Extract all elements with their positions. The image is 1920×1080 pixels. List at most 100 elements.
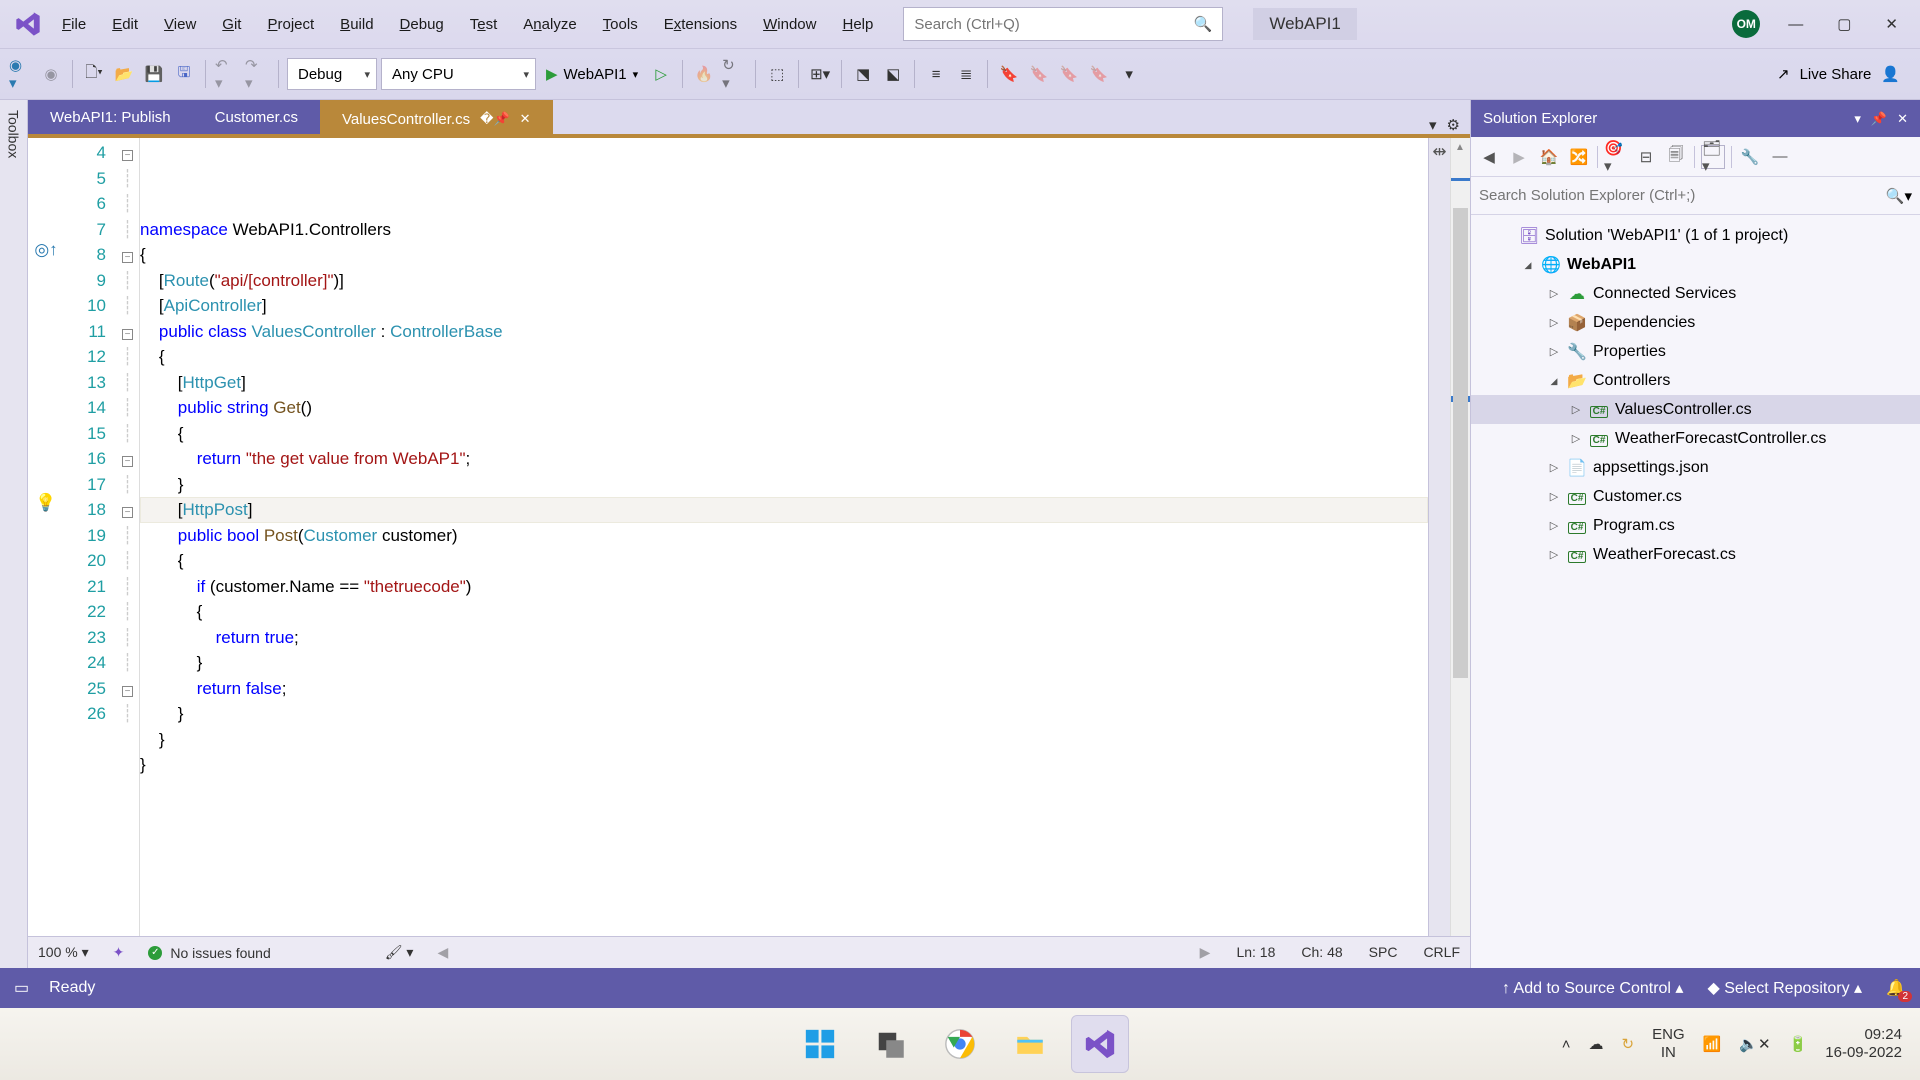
tab-publish[interactable]: WebAPI1: Publish [28,100,193,134]
se-home-icon[interactable]: 🏠 [1537,145,1561,169]
quick-search[interactable]: 🔍 [903,7,1223,41]
tree-project[interactable]: 🌐WebAPI1 [1471,250,1920,279]
select-repository[interactable]: ◆ Select Repository ▴ [1707,978,1862,998]
issues-status[interactable]: ✓No issues found [148,945,270,961]
output-icon[interactable]: ▭ [14,978,29,998]
tab-close-icon[interactable]: ✕ [520,111,531,127]
menu-edit[interactable]: Edit [100,11,150,38]
bookmark-icon[interactable]: 🔖 [996,61,1022,87]
start-button[interactable] [791,1015,849,1073]
se-properties-icon[interactable]: 🔧 [1738,145,1762,169]
new-project-icon[interactable]: 🗋▾ [81,61,107,87]
panel-dropdown-icon[interactable]: ▾ [1854,111,1861,127]
code-editor[interactable]: ◎↑ 💡 45678910111213141516171819202122232… [28,134,1470,936]
se-back-icon[interactable]: ◀ [1477,145,1501,169]
bookmark-next-icon[interactable]: 🔖 [1026,61,1052,87]
tree-properties[interactable]: 🔧Properties [1471,337,1920,366]
menu-test[interactable]: Test [458,11,510,38]
start-debug-button[interactable]: ▶WebAPI1 ▾ [540,65,644,83]
tree-valuescontroller[interactable]: C#ValuesController.cs [1471,395,1920,424]
brush-icon[interactable]: 🖌 ▾ [385,944,414,961]
tree-controllers[interactable]: 📂Controllers [1471,366,1920,395]
uncomment-icon[interactable]: ≣ [953,61,979,87]
se-showall-icon[interactable]: 🗂▾ [1701,145,1725,169]
quick-search-input[interactable] [914,16,1193,33]
config-dropdown[interactable]: Debug [287,58,377,90]
se-switch-icon[interactable]: 🔀 [1567,145,1591,169]
zoom-level[interactable]: 100 % ▾ [38,944,89,961]
solution-explorer-search[interactable]: 🔍▾ [1471,177,1920,215]
visual-studio-icon[interactable] [1071,1015,1129,1073]
tree-weathercontroller[interactable]: C#WeatherForecastController.cs [1471,424,1920,453]
intellisense-icon[interactable]: ✦ [113,944,125,961]
se-copy-icon[interactable]: 🗐 [1664,145,1688,169]
add-source-control[interactable]: ↑ Add to Source Control ▴ [1502,978,1683,998]
tree-appsettings[interactable]: 📄appsettings.json [1471,453,1920,482]
wifi-icon[interactable]: 📶 [1703,1035,1722,1053]
tab-overflow-icon[interactable]: ▾ [1429,116,1437,134]
browser-link-icon[interactable]: ⬚ [764,61,790,87]
volume-icon[interactable]: 🔈✕ [1739,1035,1770,1053]
tree-customer[interactable]: C#Customer.cs [1471,482,1920,511]
maximize-button[interactable]: ▢ [1831,9,1857,39]
file-explorer-icon[interactable] [1001,1015,1059,1073]
fold-margin[interactable]: −┊┊┊−┊┊−┊┊┊┊−┊−┊┊┊┊┊┊−┊ [116,138,140,936]
clock[interactable]: 09:2416-09-2022 [1825,1026,1902,1062]
open-file-icon[interactable]: 📂 [111,61,137,87]
toolbox-panel-tab[interactable]: Toolbox [0,100,28,968]
chrome-icon[interactable] [931,1015,989,1073]
save-icon[interactable]: 💾 [141,61,167,87]
sync-icon[interactable]: ↻ [1622,1035,1635,1053]
tree-program[interactable]: C#Program.cs [1471,511,1920,540]
bookmark-clear-icon[interactable]: 🔖 [1086,61,1112,87]
start-no-debug-icon[interactable]: ▷ [648,61,674,87]
taskview-icon[interactable] [861,1015,919,1073]
nav-forward-icon[interactable]: ◉ [38,61,64,87]
indent-mode[interactable]: SPC [1369,944,1398,961]
feedback-icon[interactable]: 👤 [1881,65,1900,83]
step-icon[interactable]: ⬕ [880,61,906,87]
tree-solution[interactable]: 🗄Solution 'WebAPI1' (1 of 1 project) [1471,221,1920,250]
menu-tools[interactable]: Tools [591,11,650,38]
solution-explorer-header[interactable]: Solution Explorer ▾ 📌 ✕ [1471,100,1920,137]
account-avatar[interactable]: OM [1732,10,1760,38]
se-sync-icon[interactable]: 🎯▾ [1604,145,1628,169]
hot-reload-icon[interactable]: 🔥 [691,61,717,87]
line-ending[interactable]: CRLF [1423,944,1460,961]
tab-customer[interactable]: Customer.cs [193,100,320,134]
se-search-input[interactable] [1479,187,1886,204]
se-fwd-icon[interactable]: ▶ [1507,145,1531,169]
menu-extensions[interactable]: Extensions [652,11,749,38]
tree-connected-services[interactable]: ☁Connected Services [1471,279,1920,308]
tray-chevron-icon[interactable]: ˄ [1562,1036,1571,1053]
split-editor-icon[interactable]: ⇹ [1428,138,1450,936]
scroll-right-icon[interactable]: ▶ [1200,944,1211,961]
solution-tree[interactable]: 🗄Solution 'WebAPI1' (1 of 1 project) 🌐We… [1471,215,1920,968]
redo-icon[interactable]: ↷ ▾ [244,61,270,87]
menu-build[interactable]: Build [328,11,385,38]
vertical-scrollbar[interactable]: ▲ [1450,138,1470,936]
battery-icon[interactable]: 🔋 [1789,1035,1808,1053]
minimize-button[interactable]: — [1782,10,1809,39]
scroll-left-icon[interactable]: ◀ [437,944,448,961]
input-language[interactable]: ENGIN [1652,1026,1685,1062]
menu-git[interactable]: Git [210,11,253,38]
bookmark-prev-icon[interactable]: 🔖 [1056,61,1082,87]
undo-icon[interactable]: ↶ ▾ [214,61,240,87]
onedrive-icon[interactable]: ☁ [1589,1035,1604,1053]
menu-window[interactable]: Window [751,11,828,38]
restart-icon[interactable]: ↻ ▾ [721,61,747,87]
se-filter-icon[interactable]: ⊟ [1634,145,1658,169]
overflow-icon[interactable]: ▾ [1116,61,1142,87]
menu-file[interactable]: File [50,11,98,38]
save-all-icon[interactable]: 🖫 [171,61,197,87]
tree-dependencies[interactable]: 📦Dependencies [1471,308,1920,337]
tab-settings-icon[interactable]: ⚙ [1447,116,1460,134]
platform-dropdown[interactable]: Any CPU [381,58,536,90]
nav-back-icon[interactable]: ◉ ▾ [8,61,34,87]
step-icon[interactable]: ⬔ [850,61,876,87]
se-preview-icon[interactable]: — [1768,145,1792,169]
menu-analyze[interactable]: Analyze [511,11,588,38]
panel-close-icon[interactable]: ✕ [1897,111,1908,127]
comment-icon[interactable]: ≡ [923,61,949,87]
